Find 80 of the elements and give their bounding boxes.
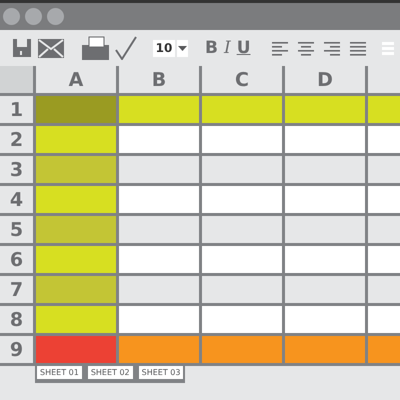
window-control-button[interactable]	[3, 8, 20, 25]
table-cell[interactable]	[119, 156, 199, 183]
table-cell[interactable]	[119, 216, 199, 243]
table-cell[interactable]	[119, 276, 199, 303]
table-cell[interactable]	[202, 156, 282, 183]
column-header[interactable]: C	[202, 66, 282, 93]
row-header[interactable]: 6	[0, 246, 33, 273]
table-cell[interactable]	[368, 186, 400, 213]
table-cell[interactable]	[285, 156, 365, 183]
column-header[interactable]	[368, 66, 400, 93]
align-center-icon[interactable]	[296, 39, 316, 57]
table-cell[interactable]	[119, 96, 199, 123]
sheet-tab[interactable]: SHEET 01	[35, 366, 84, 381]
row-header[interactable]: 4	[0, 186, 33, 213]
underline-button[interactable]: U	[236, 38, 252, 58]
table-cell[interactable]	[36, 156, 116, 183]
checkmark-icon[interactable]	[115, 36, 137, 60]
row-header[interactable]: 1	[0, 96, 33, 123]
table-cell[interactable]	[36, 96, 116, 123]
table-cell[interactable]	[36, 246, 116, 273]
column-header[interactable]: D	[285, 66, 365, 93]
row-header[interactable]: 7	[0, 276, 33, 303]
table-cell[interactable]	[202, 216, 282, 243]
table-cell[interactable]	[368, 126, 400, 153]
table-cell[interactable]	[119, 306, 199, 333]
font-size-field[interactable]: 10	[153, 40, 175, 56]
column-header[interactable]: B	[119, 66, 199, 93]
table-cell[interactable]	[285, 246, 365, 273]
table-cell[interactable]	[36, 336, 116, 363]
table-cell[interactable]	[202, 96, 282, 123]
table-cell[interactable]	[368, 336, 400, 363]
table-cell[interactable]	[36, 186, 116, 213]
table-cell[interactable]	[202, 186, 282, 213]
table-cell[interactable]	[368, 96, 400, 123]
window-control-button[interactable]	[25, 8, 42, 25]
table-cell[interactable]	[285, 126, 365, 153]
table-cell[interactable]	[285, 306, 365, 333]
row-header[interactable]: 2	[0, 126, 33, 153]
italic-button[interactable]: I	[222, 38, 232, 58]
column-header[interactable]: A	[36, 66, 116, 93]
table-cell[interactable]	[202, 126, 282, 153]
table-cell[interactable]	[368, 306, 400, 333]
table-cell[interactable]	[285, 186, 365, 213]
table-cell[interactable]	[368, 216, 400, 243]
table-cell[interactable]	[36, 216, 116, 243]
table-cell[interactable]	[202, 246, 282, 273]
table-cell[interactable]	[202, 306, 282, 333]
bold-button[interactable]: B	[204, 38, 219, 58]
table-cell[interactable]	[368, 246, 400, 273]
table-cell[interactable]	[368, 156, 400, 183]
justify-icon[interactable]	[348, 39, 368, 57]
window-control-button[interactable]	[47, 8, 64, 25]
sheet-tab[interactable]: SHEET 03	[136, 366, 186, 381]
sheet-tab[interactable]: SHEET 02	[86, 366, 135, 381]
table-cell[interactable]	[285, 216, 365, 243]
table-cell[interactable]	[36, 276, 116, 303]
table-cell[interactable]	[368, 276, 400, 303]
table-cell[interactable]	[119, 186, 199, 213]
dropdown-icon[interactable]	[177, 40, 188, 56]
save-icon[interactable]	[12, 38, 32, 58]
printer-icon[interactable]	[82, 36, 109, 60]
table-cell[interactable]	[202, 336, 282, 363]
corner-cell[interactable]	[0, 66, 33, 93]
table-cell[interactable]	[119, 126, 199, 153]
table-cell[interactable]	[119, 246, 199, 273]
mail-icon[interactable]	[38, 38, 64, 58]
row-header[interactable]: 5	[0, 216, 33, 243]
table-icon[interactable]	[380, 39, 394, 57]
table-cell[interactable]	[285, 96, 365, 123]
table-cell[interactable]	[285, 336, 365, 363]
row-header[interactable]: 9	[0, 336, 33, 363]
table-cell[interactable]	[119, 336, 199, 363]
table-cell[interactable]	[36, 126, 116, 153]
row-header[interactable]: 8	[0, 306, 33, 333]
align-right-icon[interactable]	[322, 39, 342, 57]
row-header[interactable]: 3	[0, 156, 33, 183]
table-cell[interactable]	[202, 276, 282, 303]
table-cell[interactable]	[285, 276, 365, 303]
align-left-icon[interactable]	[270, 39, 290, 57]
table-cell[interactable]	[36, 306, 116, 333]
